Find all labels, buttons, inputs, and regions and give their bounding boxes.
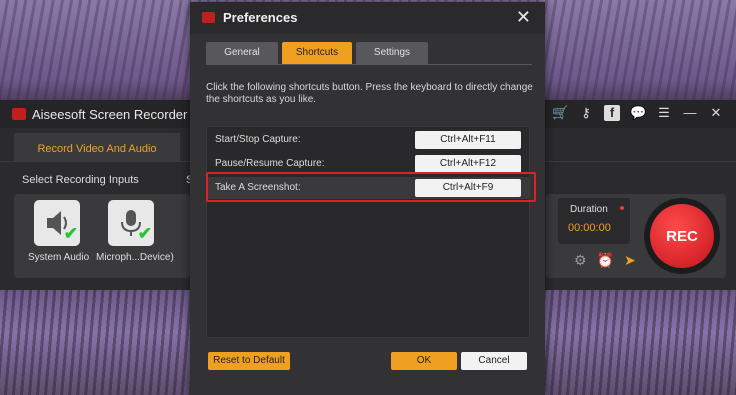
shortcuts-list: Start/Stop Capture: Ctrl+Alt+F11 Pause/R… — [206, 126, 530, 338]
app-logo-icon — [12, 108, 26, 120]
shortcut-key-button[interactable]: Ctrl+Alt+F12 — [415, 155, 521, 173]
close-icon[interactable]: ✕ — [708, 105, 724, 121]
ok-button[interactable]: OK — [391, 352, 457, 370]
reset-to-default-button[interactable]: Reset to Default — [208, 352, 290, 370]
microphone-label: Microph...Device) — [96, 252, 174, 263]
menu-icon[interactable]: ☰ — [656, 105, 672, 121]
gear-icon[interactable]: ⚙ — [574, 252, 587, 269]
duration-box: Duration 00:00:00 — [558, 198, 630, 244]
tool-icons: ⚙ ⏰ ➤ — [574, 252, 636, 269]
shortcut-key-button[interactable]: Ctrl+Alt+F11 — [415, 131, 521, 149]
minimize-icon[interactable]: — — [682, 105, 698, 121]
titlebar-icons: 🛒 ⚷ f 💬 ☰ — ✕ — [552, 105, 724, 121]
dialog-title: Preferences — [223, 10, 298, 25]
tab-settings[interactable]: Settings — [356, 42, 428, 64]
chat-icon[interactable]: 💬 — [630, 105, 646, 121]
rec-button[interactable]: REC — [644, 198, 720, 274]
facebook-icon[interactable]: f — [604, 105, 620, 121]
cursor-icon[interactable]: ➤ — [624, 252, 636, 269]
system-audio-label: System Audio — [28, 252, 90, 263]
record-control-panel: Duration 00:00:00 ⚙ ⏰ ➤ REC — [546, 194, 726, 278]
tab-record-video-audio[interactable]: Record Video And Audio — [14, 133, 180, 161]
preferences-dialog: Preferences ✕ General Shortcuts Settings… — [190, 2, 545, 395]
microphone-button[interactable]: ✔ — [108, 200, 154, 246]
app-title: Aiseesoft Screen Recorder — [32, 107, 188, 122]
highlight-frame — [206, 172, 536, 202]
check-icon: ✔ — [63, 224, 78, 243]
shortcut-label: Pause/Resume Capture: — [215, 158, 325, 169]
select-inputs-label: Select Recording Inputs — [22, 174, 139, 186]
recording-dot — [620, 206, 624, 210]
dialog-titlebar: Preferences ✕ — [190, 2, 545, 34]
app-logo-icon — [202, 12, 215, 23]
key-icon[interactable]: ⚷ — [578, 105, 594, 121]
duration-label: Duration — [570, 204, 608, 215]
alarm-icon[interactable]: ⏰ — [597, 252, 614, 269]
close-icon[interactable]: ✕ — [516, 7, 531, 28]
rec-label: REC — [650, 204, 714, 268]
shortcuts-description: Click the following shortcuts button. Pr… — [206, 82, 533, 105]
tab-general[interactable]: General — [206, 42, 278, 64]
preferences-tabs: General Shortcuts Settings — [206, 42, 428, 64]
shortcut-label: Start/Stop Capture: — [215, 134, 301, 145]
system-audio-button[interactable]: ✔ — [34, 200, 80, 246]
tab-shortcuts[interactable]: Shortcuts — [282, 42, 352, 64]
cancel-button[interactable]: Cancel — [461, 352, 527, 370]
duration-value: 00:00:00 — [568, 222, 611, 234]
cart-icon[interactable]: 🛒 — [552, 105, 568, 121]
tabs-divider — [206, 64, 532, 65]
recording-inputs-panel: ✔ System Audio ✔ Microph...Device) — [14, 194, 190, 278]
check-icon: ✔ — [137, 224, 152, 243]
shortcut-row: Start/Stop Capture: Ctrl+Alt+F11 — [207, 129, 529, 151]
